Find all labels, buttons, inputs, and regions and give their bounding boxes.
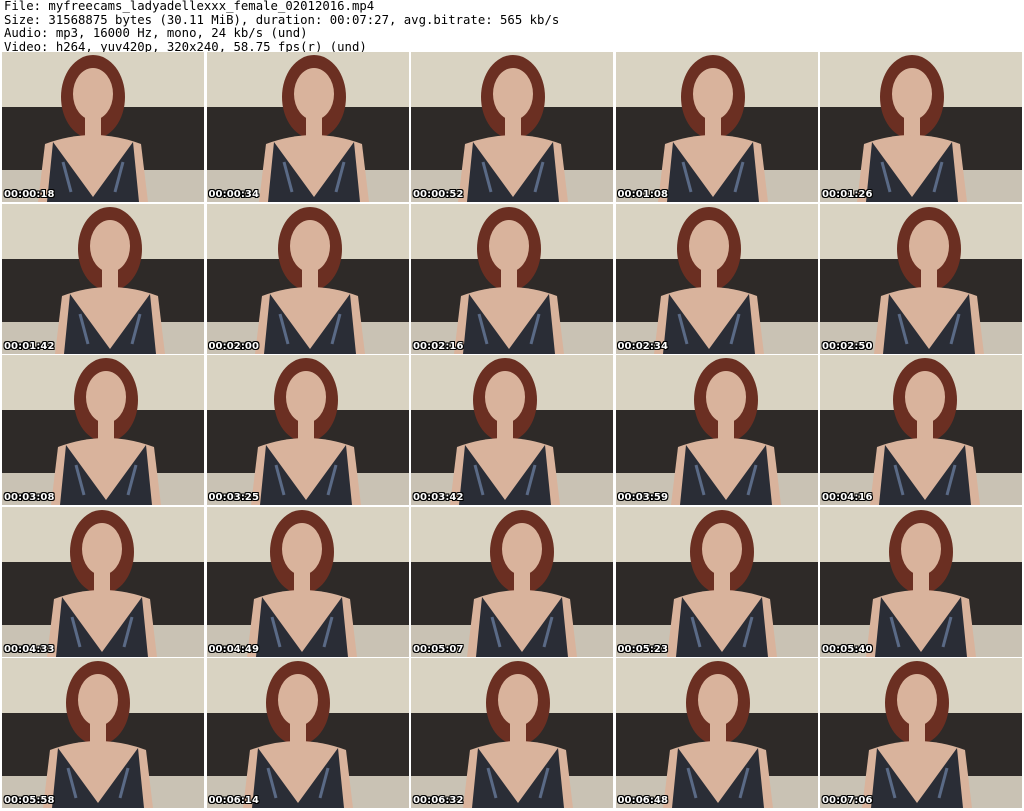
thumbnail-timestamp: 00:05:58 [4, 795, 55, 806]
thumbnail-timestamp: 00:05:23 [617, 643, 669, 655]
thumbnail-timestamp: 00:01:42 [4, 340, 55, 352]
video-thumbnail[interactable]: 00:02:16 [411, 203, 613, 354]
video-thumbnail[interactable]: 00:06:14 [206, 658, 409, 808]
thumbnail-image [411, 52, 613, 202]
thumbnail-image [615, 355, 818, 505]
video-thumbnail[interactable]: 00:03:59 [615, 355, 818, 505]
thumbnail-timestamp: 00:06:48 [617, 795, 669, 806]
thumbnail-timestamp: 00:01:26 [822, 189, 873, 200]
thumbnail-image [206, 658, 409, 808]
thumbnail-timestamp: 00:04:16 [822, 492, 873, 503]
thumbnail-timestamp: 00:05:07 [413, 643, 464, 655]
thumbnail-image [820, 658, 1022, 808]
thumbnail-image [2, 203, 204, 354]
thumbnail-image [206, 506, 409, 657]
video-thumbnail[interactable]: 00:02:34 [615, 203, 818, 354]
video-thumbnail[interactable]: 00:05:58 [2, 658, 204, 808]
thumbnail-image [2, 355, 204, 505]
thumbnail-image [820, 52, 1022, 202]
thumbnail-timestamp: 00:04:49 [208, 643, 260, 655]
file-info-header: File: myfreecams_ladyadellexxx_female_02… [4, 0, 1020, 54]
thumbnail-timestamp: 00:02:50 [822, 340, 873, 352]
thumbnail-image [2, 52, 204, 202]
thumbnail-image [2, 506, 204, 657]
thumbnail-timestamp: 00:06:32 [413, 795, 464, 806]
video-thumbnail[interactable]: 00:01:08 [615, 52, 818, 202]
thumbnail-timestamp: 00:00:18 [4, 189, 55, 200]
thumbnail-timestamp: 00:02:00 [208, 340, 260, 352]
video-thumbnail[interactable]: 00:03:42 [411, 355, 613, 505]
video-thumbnail[interactable]: 00:02:50 [820, 203, 1022, 354]
thumbnail-image [820, 203, 1022, 354]
video-thumbnail[interactable]: 00:03:08 [2, 355, 204, 505]
video-thumbnail[interactable]: 00:05:23 [615, 506, 818, 657]
thumbnail-timestamp: 00:07:06 [822, 795, 873, 806]
thumbnail-image [2, 658, 204, 808]
video-thumbnail[interactable]: 00:05:07 [411, 506, 613, 657]
thumbnail-image [820, 506, 1022, 657]
video-thumbnail[interactable]: 00:03:25 [206, 355, 409, 505]
thumbnail-image [411, 658, 613, 808]
video-thumbnail[interactable]: 00:00:52 [411, 52, 613, 202]
thumbnail-timestamp: 00:06:14 [208, 795, 260, 806]
thumbnail-image [206, 355, 409, 505]
video-thumbnail[interactable]: 00:00:34 [206, 52, 409, 202]
thumbnail-image [206, 52, 409, 202]
audio-info-line: Audio: mp3, 16000 Hz, mono, 24 kb/s (und… [4, 26, 308, 40]
file-name-line: File: myfreecams_ladyadellexxx_female_02… [4, 0, 375, 13]
video-thumbnail[interactable]: 00:07:06 [820, 658, 1022, 808]
video-thumbnail[interactable]: 00:06:32 [411, 658, 613, 808]
thumbnail-image [411, 203, 613, 354]
video-thumbnail[interactable]: 00:01:42 [2, 203, 204, 354]
video-thumbnail[interactable]: 00:00:18 [2, 52, 204, 202]
video-thumbnail[interactable]: 00:05:40 [820, 506, 1022, 657]
thumbnail-timestamp: 00:03:25 [208, 492, 260, 503]
thumbnail-timestamp: 00:05:40 [822, 643, 873, 655]
thumbnail-timestamp: 00:03:59 [617, 492, 669, 503]
thumbnail-image [615, 203, 818, 354]
file-size-line: Size: 31568875 bytes (30.11 MiB), durati… [4, 12, 560, 27]
thumbnail-image [206, 203, 409, 354]
video-thumbnail[interactable]: 00:04:33 [2, 506, 204, 657]
thumbnail-image [615, 52, 818, 202]
video-thumbnail[interactable]: 00:02:00 [206, 203, 409, 354]
thumbnail-timestamp: 00:04:33 [4, 643, 55, 655]
thumbnail-timestamp: 00:00:52 [413, 189, 464, 200]
thumbnail-grid: 00:00:18 00:00:34 00:00:52 00:01:08 00:01:26… [2, 52, 1022, 808]
thumbnail-image [615, 506, 818, 657]
thumbnail-timestamp: 00:01:08 [617, 189, 669, 200]
video-thumbnail[interactable]: 00:01:26 [820, 52, 1022, 202]
thumbnail-timestamp: 00:03:08 [4, 492, 55, 503]
thumbnail-image [411, 506, 613, 657]
thumbnail-image [411, 355, 613, 505]
video-thumbnail[interactable]: 00:04:49 [206, 506, 409, 657]
thumbnail-image [615, 658, 818, 808]
video-thumbnail[interactable]: 00:06:48 [615, 658, 818, 808]
thumbnail-timestamp: 00:02:34 [617, 340, 669, 352]
thumbnail-timestamp: 00:02:16 [413, 340, 464, 352]
thumbnail-timestamp: 00:00:34 [208, 189, 260, 200]
thumbnail-timestamp: 00:03:42 [413, 492, 464, 503]
video-thumbnail[interactable]: 00:04:16 [820, 355, 1022, 505]
thumbnail-image [820, 355, 1022, 505]
